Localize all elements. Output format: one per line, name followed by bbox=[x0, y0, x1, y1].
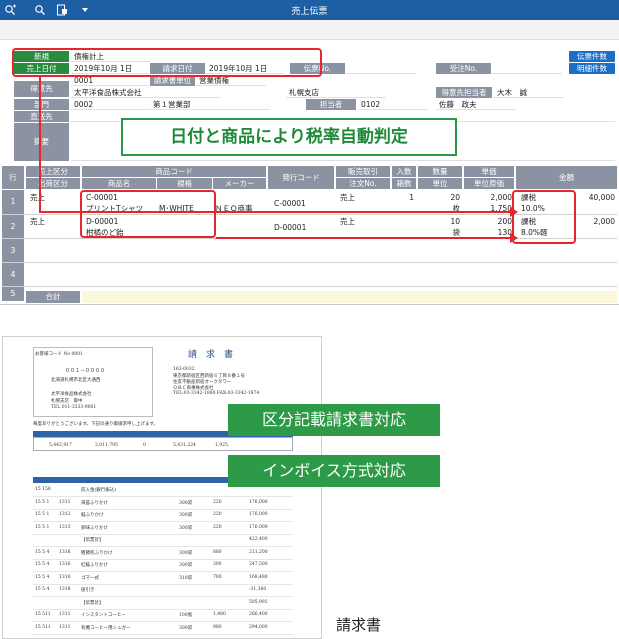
line-amount: 168,480 bbox=[249, 574, 268, 580]
arrow-head-icon bbox=[510, 207, 518, 217]
line-qty: 300袋 bbox=[179, 625, 193, 631]
line-divider bbox=[33, 621, 293, 622]
line-name: インスタントコーヒー bbox=[81, 613, 126, 618]
sales-slip-window: 売上伝票 新規 債権計上 売上日付 2019年10月 1日 請求日付 2019年… bbox=[0, 0, 619, 305]
line-price: 220 bbox=[213, 512, 222, 517]
line-amount: 176,000 bbox=[249, 512, 268, 517]
line-divider bbox=[33, 508, 293, 510]
line-amount: 176,000 bbox=[249, 524, 268, 530]
line-name: 有機コーヒー用シュガー bbox=[81, 625, 131, 631]
line-qty: 300袋 bbox=[179, 550, 193, 556]
line-amount: 266,400 bbox=[249, 612, 268, 617]
line-amount: 247,500 bbox=[249, 562, 268, 567]
line-code: 1311 bbox=[59, 612, 71, 617]
line-amount: 294,000 bbox=[249, 624, 268, 630]
line-qty: 300袋 bbox=[179, 563, 193, 568]
line-divider bbox=[33, 521, 293, 522]
line-amount: 176,000 bbox=[249, 499, 268, 505]
line-qty: 300袋 bbox=[179, 513, 193, 518]
line-price: 980 bbox=[213, 624, 222, 630]
doc-title: 請 求 書 bbox=[188, 350, 234, 360]
line-date: 15 5 1 bbox=[35, 499, 50, 505]
line-price: 220 bbox=[213, 499, 222, 505]
line-date: 15 511 bbox=[35, 624, 51, 630]
line-qty: 300袋 bbox=[179, 500, 193, 506]
line-divider bbox=[33, 533, 293, 535]
line-name: 【伝票計】 bbox=[81, 538, 104, 543]
line-divider bbox=[33, 571, 293, 572]
line-divider bbox=[33, 546, 293, 547]
date-to-tax-arrow bbox=[39, 170, 510, 213]
line-code: 1316 bbox=[59, 574, 71, 580]
line-date: 15 5 1 bbox=[35, 512, 50, 517]
line-name: 【伝票計】 bbox=[81, 600, 104, 606]
line-price: 880 bbox=[213, 549, 222, 555]
line-amount: 595,992 bbox=[249, 599, 268, 605]
line-price: 780 bbox=[213, 574, 222, 580]
line-name: 値引き bbox=[81, 588, 95, 593]
summary-frame bbox=[33, 437, 293, 451]
invoice-caption: 請求書 bbox=[336, 616, 382, 634]
line-code: 1318 bbox=[59, 587, 71, 592]
invoice-method-banner-2: インボイス方式対応 bbox=[228, 455, 440, 487]
line-code: 1313 bbox=[59, 524, 71, 530]
doc-sender-tel: TEL:03-3342-1880 FAX:03-3342-1874 bbox=[173, 391, 260, 396]
line-divider bbox=[33, 633, 293, 635]
invoice-document: お客様コード No 0001 ００１－００００ 北海道札幌市北区大通西 太平洋食… bbox=[2, 336, 322, 639]
line-date: 15 511 bbox=[35, 612, 51, 617]
address-window-frame bbox=[33, 347, 153, 417]
line-divider bbox=[33, 583, 293, 585]
line-code: 1316 bbox=[59, 549, 71, 555]
line-divider bbox=[33, 608, 293, 610]
arrow-head-icon bbox=[510, 233, 518, 243]
category-invoice-banner-2: 区分記載請求書対応 bbox=[228, 404, 440, 436]
line-price: 300 bbox=[213, 562, 222, 567]
line-date: 15 5 4 bbox=[35, 574, 50, 580]
tax-auto-banner: 日付と商品により税率自動判定 bbox=[121, 118, 457, 156]
line-code: 1311 bbox=[59, 624, 71, 630]
line-divider bbox=[33, 558, 293, 560]
line-name: 鰹節煎ふりかけ bbox=[81, 550, 113, 556]
line-date: 15 5 4 bbox=[35, 549, 50, 555]
line-date: 15 5 1 bbox=[35, 524, 50, 530]
line-name: ゴマ一式 bbox=[81, 575, 99, 581]
line-amount: 211,200 bbox=[249, 549, 268, 555]
line-code: 1316 bbox=[59, 562, 71, 567]
line-price: 1,480 bbox=[213, 612, 226, 617]
line-name: 卵味ふりかけ bbox=[81, 525, 108, 531]
doc-sender-post: 163-0032 bbox=[173, 367, 195, 372]
line-divider bbox=[33, 496, 293, 497]
line-amount: -31,360 bbox=[249, 587, 267, 592]
line-name: 前入金(銀行振込) bbox=[81, 488, 117, 493]
line-name: 海苔ふりかけ bbox=[81, 500, 108, 506]
line-name: 紅鮭ふりかけ bbox=[81, 563, 108, 568]
line-qty: 310袋 bbox=[179, 575, 193, 581]
line-amount: 422,400 bbox=[249, 537, 268, 542]
line-date: 15 5 4 bbox=[35, 562, 50, 567]
doc-greeting: 毎度ありがとうございます。下記の通り御請求申し上げます。 bbox=[33, 422, 159, 427]
line-qty: 100瓶 bbox=[179, 613, 193, 618]
line-code: 1312 bbox=[59, 512, 71, 517]
line-divider bbox=[33, 596, 293, 597]
line-code: 1311 bbox=[59, 499, 71, 505]
line-name: 鮭ふりかけ bbox=[81, 513, 104, 518]
line-qty: 300袋 bbox=[179, 525, 193, 531]
line-price: 220 bbox=[213, 524, 222, 530]
line-date: 15 5 4 bbox=[35, 587, 50, 592]
line-date: 15 158 bbox=[35, 487, 51, 492]
